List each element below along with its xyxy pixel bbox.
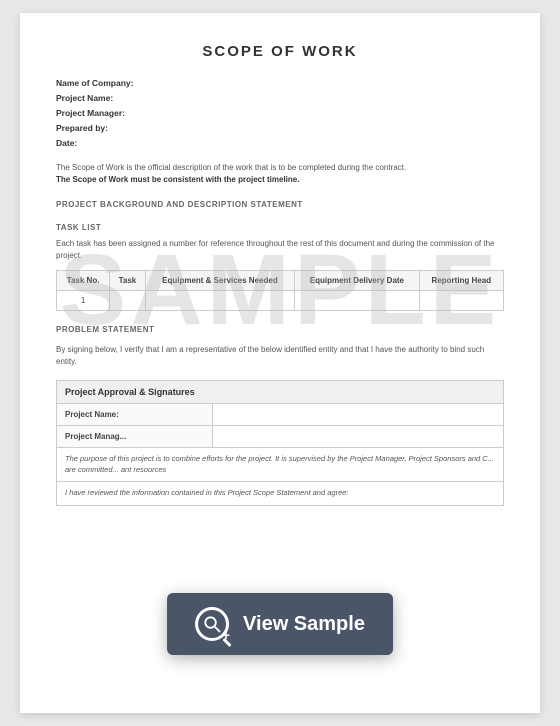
approval-project-manager-value — [213, 426, 504, 448]
approval-table: Project Approval & Signatures Project Na… — [56, 380, 504, 506]
task-list-description: Each task has been assigned a number for… — [56, 238, 504, 262]
view-sample-label: View Sample — [243, 613, 365, 636]
col-delivery-date: Equipment Delivery Date — [295, 271, 420, 291]
col-task-no: Task No. — [57, 271, 110, 291]
cell-task — [110, 291, 146, 311]
magnify-icon: + — [195, 607, 229, 641]
approval-project-name-value — [213, 404, 504, 426]
approval-row-project-name: Project Name: — [57, 404, 504, 426]
table-row: 1 — [57, 291, 504, 311]
background-heading: PROJECT BACKGROUND AND DESCRIPTION STATE… — [56, 200, 504, 209]
cell-task-no: 1 — [57, 291, 110, 311]
project-manager-field: Project Manager: — [56, 108, 504, 118]
approval-row-reviewed: I have reviewed the information containe… — [57, 482, 504, 506]
problem-heading: PROBLEM STATEMENT — [56, 325, 504, 334]
approval-project-name-label: Project Name: — [57, 404, 213, 426]
col-task: Task — [110, 271, 146, 291]
company-field: Name of Company: — [56, 78, 504, 88]
document-page: SAMPLE SCOPE OF WORK Name of Company: Pr… — [20, 13, 540, 713]
approval-table-title: Project Approval & Signatures — [57, 381, 504, 404]
view-sample-button[interactable]: + View Sample — [167, 593, 393, 655]
description-text: The Scope of Work is the official descri… — [56, 162, 504, 186]
cell-delivery-date — [295, 291, 420, 311]
task-table: Task No. Task Equipment & Services Neede… — [56, 270, 504, 311]
task-list-heading: TASK LIST — [56, 223, 504, 232]
approval-purpose-text: The purpose of this project is to combin… — [57, 448, 504, 482]
approval-row-purpose: The purpose of this project is to combin… — [57, 448, 504, 482]
project-name-field: Project Name: — [56, 93, 504, 103]
page-title: SCOPE OF WORK — [56, 43, 504, 60]
col-equipment-services: Equipment & Services Needed — [145, 271, 294, 291]
approval-project-manager-label: Project Manag... — [57, 426, 213, 448]
cell-reporting-head — [419, 291, 503, 311]
problem-text: By signing below, I verify that I am a r… — [56, 344, 504, 368]
cell-equipment-services — [145, 291, 294, 311]
date-field: Date: — [56, 138, 504, 148]
prepared-by-field: Prepared by: — [56, 123, 504, 133]
approval-reviewed-text: I have reviewed the information containe… — [57, 482, 504, 506]
approval-row-project-manager: Project Manag... — [57, 426, 504, 448]
col-reporting-head: Reporting Head — [419, 271, 503, 291]
